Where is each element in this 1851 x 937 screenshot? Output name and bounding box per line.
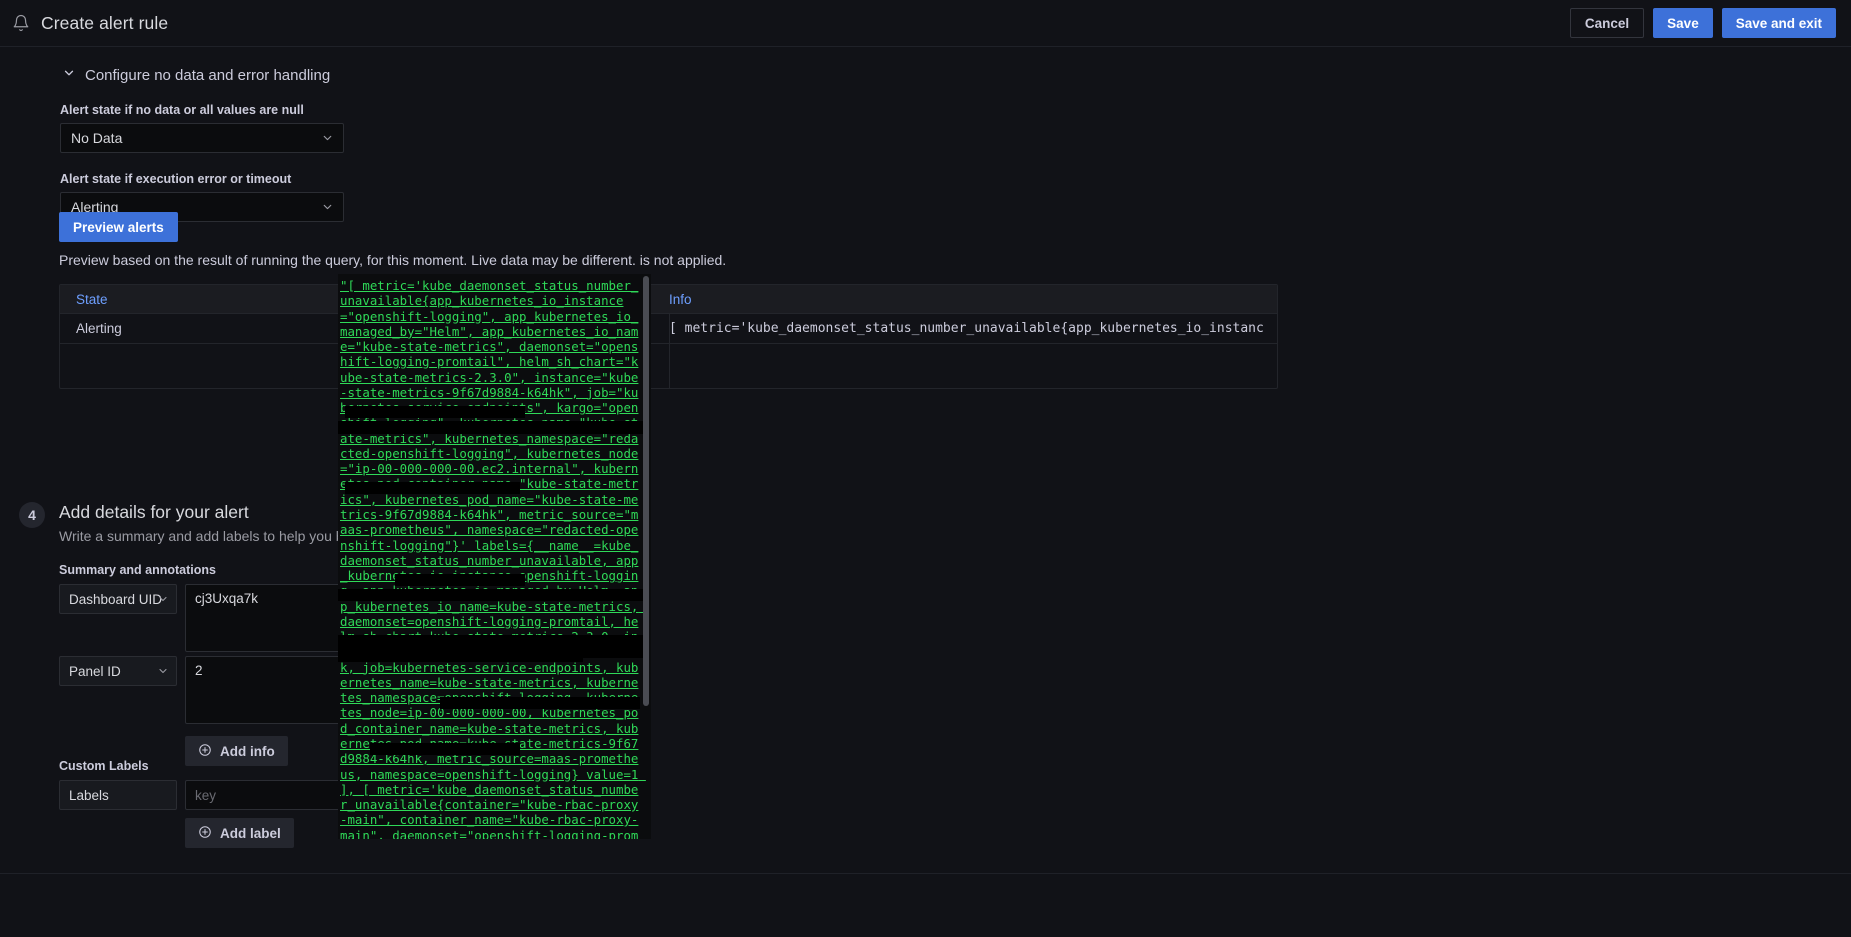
vertical-scrollbar[interactable] xyxy=(643,276,649,706)
bell-icon xyxy=(12,14,30,32)
custom-labels-label: Custom Labels xyxy=(59,759,149,773)
save-button[interactable]: Save xyxy=(1653,8,1713,38)
preview-alerts-button[interactable]: Preview alerts xyxy=(59,212,178,242)
step-subtitle: Write a summary and add labels to help y… xyxy=(59,528,372,544)
annotation-key-label: Dashboard UID xyxy=(69,591,163,607)
summary-annotations-label: Summary and annotations xyxy=(59,563,216,577)
add-info-button[interactable]: Add info xyxy=(185,736,288,766)
plus-circle-icon xyxy=(198,743,212,760)
table-row[interactable]: Alerting [ metric='kube_daemonset_status… xyxy=(60,314,1277,344)
annotation-key-select-dashboard-uid[interactable]: Dashboard UID xyxy=(59,584,177,614)
tooltip-text: "[ metric='kube_daemonset_status_number_… xyxy=(340,278,639,839)
step-title: Add details for your alert xyxy=(59,502,249,522)
preview-description: Preview based on the result of running t… xyxy=(59,252,727,268)
preview-results-table: State Info Alerting [ metric='kube_daemo… xyxy=(59,284,1278,389)
annotation-key-label: Panel ID xyxy=(69,663,121,679)
info-cell-tooltip: "[ metric='kube_daemonset_status_number_… xyxy=(338,274,651,839)
add-info-label: Add info xyxy=(220,743,275,759)
add-label-button[interactable]: Add label xyxy=(185,818,294,848)
cancel-button[interactable]: Cancel xyxy=(1569,8,1645,38)
chevron-down-icon xyxy=(62,66,76,84)
section-divider xyxy=(0,873,1851,874)
add-label-label: Add label xyxy=(220,825,281,841)
step-number-badge: 4 xyxy=(19,502,45,528)
chevron-down-icon xyxy=(157,665,169,677)
save-and-exit-button[interactable]: Save and exit xyxy=(1721,8,1836,38)
configure-no-data-section-header[interactable]: Configure no data and error handling xyxy=(62,66,1851,84)
section-header-label: Configure no data and error handling xyxy=(85,66,331,84)
no-data-state-select[interactable]: No Data xyxy=(60,123,344,153)
top-bar-actions: Cancel Save Save and exit xyxy=(1569,8,1836,38)
no-data-state-value: No Data xyxy=(71,130,123,146)
preview-cell-info[interactable]: [ metric='kube_daemonset_status_number_u… xyxy=(669,321,1264,336)
no-data-state-label: Alert state if no data or all values are… xyxy=(60,103,304,117)
preview-table-header-row: State Info xyxy=(60,285,1277,314)
chevron-down-icon xyxy=(157,593,169,605)
label-key-type: Labels xyxy=(59,780,177,810)
page-title-group: Create alert rule xyxy=(12,13,168,34)
preview-table-empty-space xyxy=(60,344,1277,388)
plus-circle-icon xyxy=(198,825,212,842)
page-title: Create alert rule xyxy=(41,12,169,33)
annotation-key-select-panel-id[interactable]: Panel ID xyxy=(59,656,177,686)
preview-header-info: Info xyxy=(669,291,692,307)
form-scroll-area[interactable]: Configure no data and error handling Ale… xyxy=(0,47,1851,937)
chevron-down-icon xyxy=(321,201,334,214)
chevron-down-icon xyxy=(321,132,334,145)
top-bar: Create alert rule Cancel Save Save and e… xyxy=(0,0,1851,47)
labels-key-label: Labels xyxy=(69,787,109,803)
exec-error-state-label: Alert state if execution error or timeou… xyxy=(60,172,292,186)
